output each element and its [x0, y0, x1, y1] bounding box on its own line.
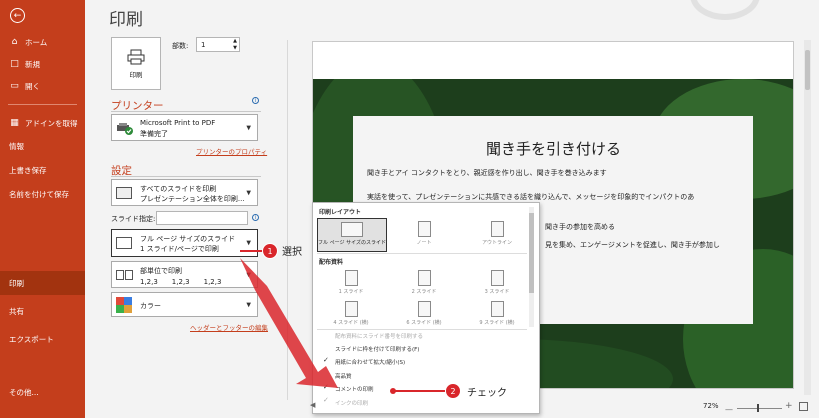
zoom-out-icon[interactable]: — [725, 405, 733, 414]
fit-to-window-icon[interactable] [799, 402, 808, 411]
zoom-slider[interactable] [737, 408, 782, 409]
callout-2-dot [390, 388, 396, 394]
zoom-value: 72% [703, 402, 719, 410]
zoom-slider-thumb[interactable] [757, 404, 759, 412]
annotation-overlay [240, 250, 445, 394]
callout-1-badge: 1 [262, 243, 278, 259]
prev-page-icon[interactable]: ◀ [310, 401, 315, 409]
zoom-in-icon[interactable]: + [785, 401, 793, 411]
callout-2-text: チェック [467, 388, 507, 399]
big-arrow [240, 258, 338, 388]
callout-1-text: 選択 [282, 247, 302, 258]
callout-2-badge: 2 [445, 383, 461, 399]
